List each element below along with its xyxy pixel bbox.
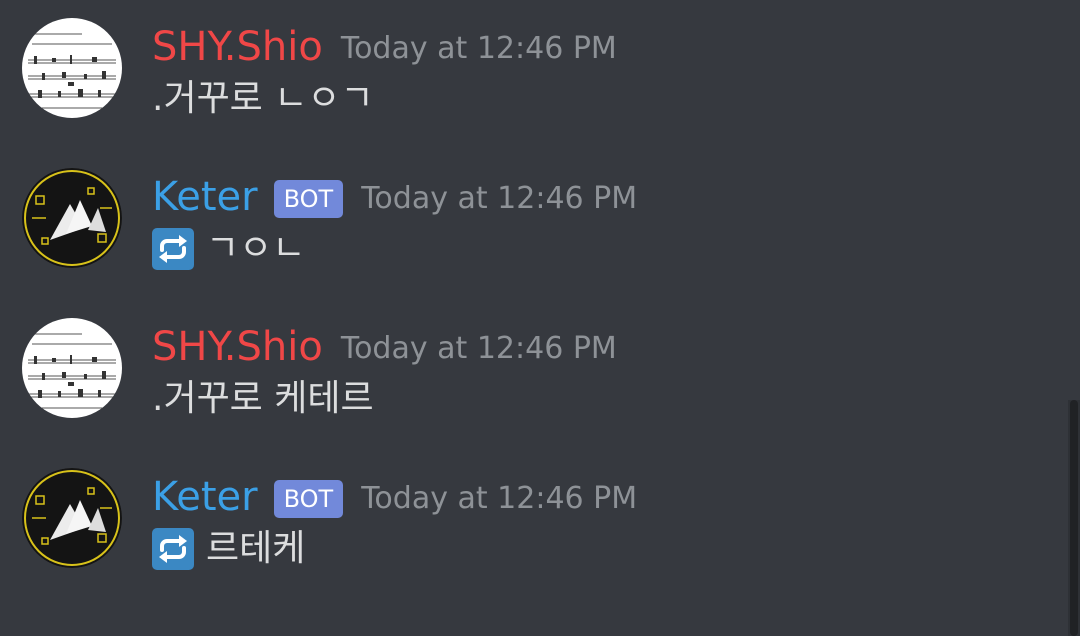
message-header: Keter BOT Today at 12:46 PM xyxy=(152,172,637,222)
author-name[interactable]: Keter xyxy=(152,172,258,222)
timestamp: Today at 12:46 PM xyxy=(361,481,638,516)
message-text: .거꾸로 케테르 xyxy=(152,378,374,419)
message-content: ㄱㅇㄴ xyxy=(152,224,305,274)
message-content: .거꾸로 ㄴㅇㄱ xyxy=(152,74,374,124)
message-header: SHY.Shio Today at 12:46 PM xyxy=(152,22,617,72)
avatar[interactable] xyxy=(22,468,122,568)
bot-tag: BOT xyxy=(273,480,344,518)
scrollbar[interactable] xyxy=(1068,400,1080,636)
message-text: 르테케 xyxy=(206,528,306,569)
repeat-icon xyxy=(152,228,194,270)
message-item: SHY.Shio Today at 12:46 PM .거꾸로 케테르 xyxy=(0,300,1060,450)
avatar[interactable] xyxy=(22,318,122,418)
sheet-music-avatar-icon xyxy=(22,18,122,118)
keter-avatar-icon xyxy=(22,168,122,268)
bot-tag: BOT xyxy=(273,180,344,218)
message-header: Keter BOT Today at 12:46 PM xyxy=(152,472,637,522)
message-text: ㄱㅇㄴ xyxy=(206,228,306,269)
scrollbar-thumb[interactable] xyxy=(1070,400,1078,636)
timestamp: Today at 12:46 PM xyxy=(340,31,617,66)
sheet-music-avatar-icon xyxy=(22,318,122,418)
message-content: .거꾸로 케테르 xyxy=(152,374,374,424)
avatar[interactable] xyxy=(22,168,122,268)
message-content: 르테케 xyxy=(152,524,305,574)
author-name[interactable]: SHY.Shio xyxy=(152,322,323,372)
author-name[interactable]: SHY.Shio xyxy=(152,22,323,72)
message-item: SHY.Shio Today at 12:46 PM .거꾸로 ㄴㅇㄱ xyxy=(0,0,1060,150)
keter-avatar-icon xyxy=(22,468,122,568)
timestamp: Today at 12:46 PM xyxy=(361,181,638,216)
repeat-icon xyxy=(152,528,194,570)
chat-message-list: SHY.Shio Today at 12:46 PM .거꾸로 ㄴㅇㄱ Kete… xyxy=(0,0,1080,636)
timestamp: Today at 12:46 PM xyxy=(340,331,617,366)
avatar[interactable] xyxy=(22,18,122,118)
author-name[interactable]: Keter xyxy=(152,472,258,522)
message-item: Keter BOT Today at 12:46 PM ㄱㅇㄴ xyxy=(0,150,1060,300)
message-header: SHY.Shio Today at 12:46 PM xyxy=(152,322,617,372)
message-item: Keter BOT Today at 12:46 PM 르테케 xyxy=(0,450,1060,600)
message-text: .거꾸로 ㄴㅇㄱ xyxy=(152,78,374,119)
